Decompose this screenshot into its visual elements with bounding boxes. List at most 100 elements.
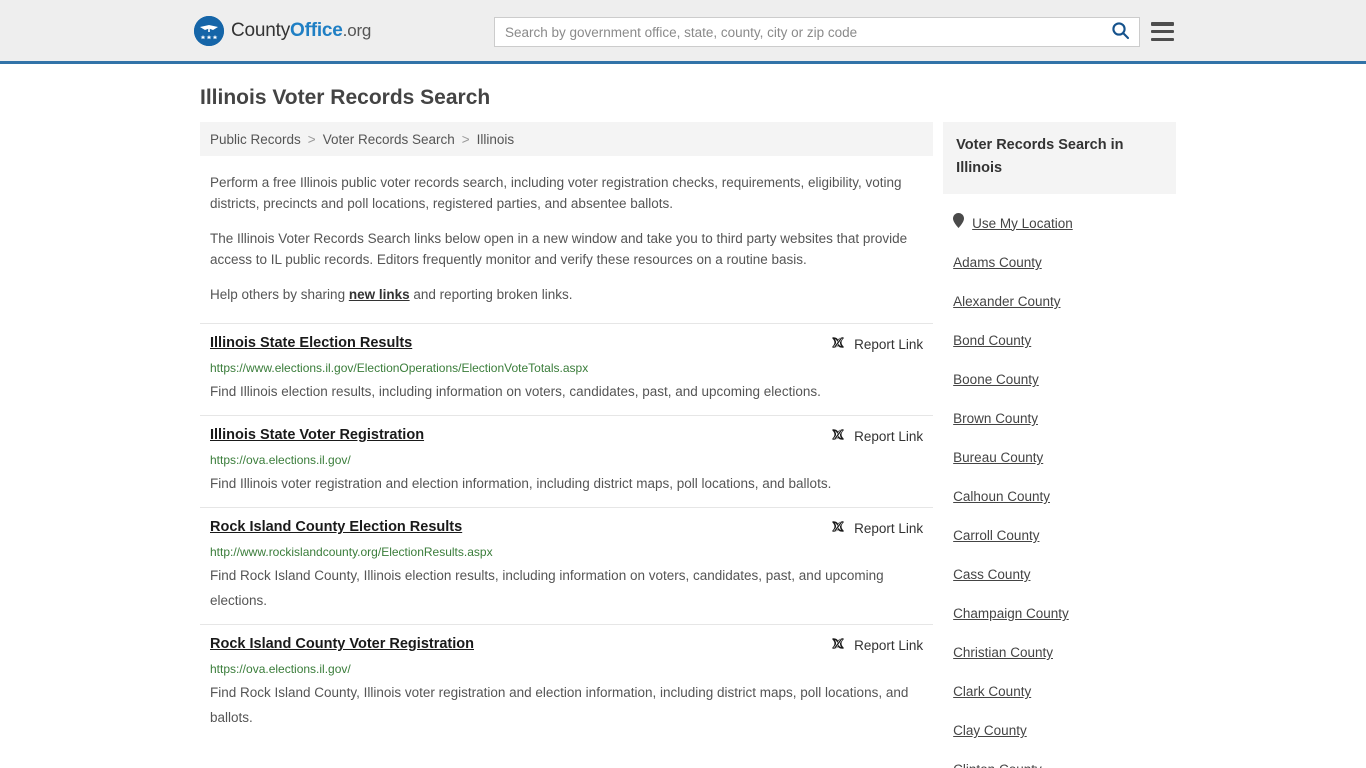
result-header: Rock Island County Voter Registration Re…: [210, 635, 923, 655]
breadcrumb-item-public-records[interactable]: Public Records: [210, 132, 301, 147]
page-title: Illinois Voter Records Search: [200, 86, 491, 109]
county-link-clinton[interactable]: Clinton County: [953, 762, 1042, 768]
list-item: Adams County: [953, 254, 1176, 272]
list-item: Brown County: [953, 410, 1176, 428]
list-item: Clark County: [953, 683, 1176, 701]
intro-section: Perform a free Illinois public voter rec…: [200, 172, 933, 305]
result-title-link[interactable]: Illinois State Voter Registration: [210, 426, 424, 445]
result-title-link[interactable]: Rock Island County Election Results: [210, 518, 462, 537]
hamburger-bar: [1151, 29, 1174, 34]
list-item: Boone County: [953, 371, 1176, 389]
list-item: Bureau County: [953, 449, 1176, 467]
list-item: Bond County: [953, 332, 1176, 350]
county-link-adams[interactable]: Adams County: [953, 255, 1042, 270]
result-url: https://www.elections.il.gov/ElectionOpe…: [210, 361, 589, 375]
main-column: Public Records > Voter Records Search > …: [200, 122, 934, 741]
list-item: Champaign County: [953, 605, 1176, 623]
county-link-clay[interactable]: Clay County: [953, 723, 1027, 738]
list-item: Christian County: [953, 644, 1176, 662]
broken-link-icon: [830, 519, 846, 538]
sidebar: Voter Records Search in Illinois Use My …: [943, 122, 1176, 768]
intro-paragraph-3: Help others by sharing new links and rep…: [210, 284, 923, 305]
county-link-cass[interactable]: Cass County: [953, 567, 1030, 582]
list-item: Alexander County: [953, 293, 1176, 311]
result-header: Rock Island County Election Results Repo…: [210, 518, 923, 538]
result-title-link[interactable]: Illinois State Election Results: [210, 334, 412, 353]
report-link-label: Report Link: [854, 337, 924, 352]
search-bar[interactable]: [494, 17, 1140, 47]
result-url: https://ova.elections.il.gov/: [210, 453, 351, 467]
result-title-link[interactable]: Rock Island County Voter Registration: [210, 635, 474, 654]
result-header: Illinois State Election Results Report L…: [210, 334, 923, 354]
sidebar-header-box: Voter Records Search in Illinois: [943, 122, 1176, 194]
result-item: Illinois State Election Results Report L…: [200, 323, 934, 415]
county-link-clark[interactable]: Clark County: [953, 684, 1031, 699]
eagle-shield-logo-icon: [194, 15, 224, 46]
logo-text-org: .org: [342, 20, 372, 40]
county-link-calhoun[interactable]: Calhoun County: [953, 489, 1050, 504]
intro-paragraph-2: The Illinois Voter Records Search links …: [210, 231, 908, 267]
breadcrumb-separator: >: [461, 131, 470, 147]
county-link-alexander[interactable]: Alexander County: [953, 294, 1060, 309]
report-link-button[interactable]: Report Link: [830, 426, 923, 446]
result-description: Find Rock Island County, Illinois electi…: [210, 568, 884, 608]
page-body: Illinois Voter Records Search Public Rec…: [0, 86, 1366, 768]
sidebar-title: Voter Records Search in Illinois: [956, 137, 1124, 176]
results-list: Illinois State Election Results Report L…: [200, 323, 934, 741]
report-link-button[interactable]: Report Link: [830, 635, 923, 655]
map-pin-icon: [953, 213, 965, 233]
county-link-bureau[interactable]: Bureau County: [953, 450, 1043, 465]
report-link-button[interactable]: Report Link: [830, 518, 923, 538]
intro-paragraph-3-after: and reporting broken links.: [409, 287, 573, 302]
county-link-christian[interactable]: Christian County: [953, 645, 1053, 660]
report-link-label: Report Link: [854, 521, 924, 536]
breadcrumb-item-illinois: Illinois: [476, 131, 515, 147]
county-link-carroll[interactable]: Carroll County: [953, 528, 1039, 543]
result-description: Find Rock Island County, Illinois voter …: [210, 685, 909, 725]
list-item: Clinton County: [953, 761, 1176, 768]
hamburger-bar: [1151, 37, 1174, 41]
result-item: Illinois State Voter Registration Report…: [200, 415, 934, 507]
list-item: Calhoun County: [953, 488, 1176, 506]
result-item: Rock Island County Election Results Repo…: [200, 507, 934, 624]
search-input[interactable]: [495, 18, 1101, 46]
two-column-layout: Public Records > Voter Records Search > …: [190, 122, 1176, 768]
list-item: Cass County: [953, 566, 1176, 584]
county-link-champaign[interactable]: Champaign County: [953, 606, 1069, 621]
result-header: Illinois State Voter Registration Report…: [210, 426, 923, 446]
search-icon: [1111, 21, 1130, 43]
use-my-location-button[interactable]: Use My Location: [953, 213, 1176, 233]
broken-link-icon: [830, 636, 846, 655]
report-link-label: Report Link: [854, 429, 924, 444]
new-links-link[interactable]: new links: [349, 287, 410, 302]
result-url: https://ova.elections.il.gov/: [210, 662, 351, 676]
site-logo-text: CountyOffice.org: [231, 20, 371, 42]
breadcrumb-item-voter-records-search[interactable]: Voter Records Search: [323, 132, 455, 147]
broken-link-icon: [830, 335, 846, 354]
use-my-location-label: Use My Location: [972, 215, 1073, 231]
breadcrumb: Public Records > Voter Records Search > …: [200, 122, 934, 156]
result-description: Find Illinois voter registration and ele…: [210, 476, 832, 491]
broken-link-icon: [830, 427, 846, 446]
intro-paragraph-1: Perform a free Illinois public voter rec…: [210, 175, 902, 211]
content-container: Illinois Voter Records Search Public Rec…: [190, 86, 1176, 768]
list-item: Clay County: [953, 722, 1176, 740]
breadcrumb-separator: >: [307, 131, 316, 147]
hamburger-bar: [1151, 22, 1174, 26]
result-item: Rock Island County Voter Registration Re…: [200, 624, 934, 741]
result-description: Find Illinois election results, includin…: [210, 384, 821, 399]
site-logo[interactable]: CountyOffice.org: [194, 15, 371, 46]
county-link-bond[interactable]: Bond County: [953, 333, 1031, 348]
logo-text-office: Office: [290, 19, 343, 41]
county-link-brown[interactable]: Brown County: [953, 411, 1038, 426]
intro-paragraph-3-before: Help others by sharing: [210, 287, 349, 302]
list-item: Carroll County: [953, 527, 1176, 545]
search-button[interactable]: [1101, 18, 1139, 46]
logo-text-county: County: [231, 19, 291, 41]
report-link-button[interactable]: Report Link: [830, 334, 923, 354]
result-url: http://www.rockislandcounty.org/Election…: [210, 545, 493, 559]
county-link-boone[interactable]: Boone County: [953, 372, 1039, 387]
county-list: Adams County Alexander County Bond Count…: [943, 254, 1176, 768]
hamburger-menu-icon[interactable]: [1151, 20, 1174, 43]
report-link-label: Report Link: [854, 638, 924, 653]
